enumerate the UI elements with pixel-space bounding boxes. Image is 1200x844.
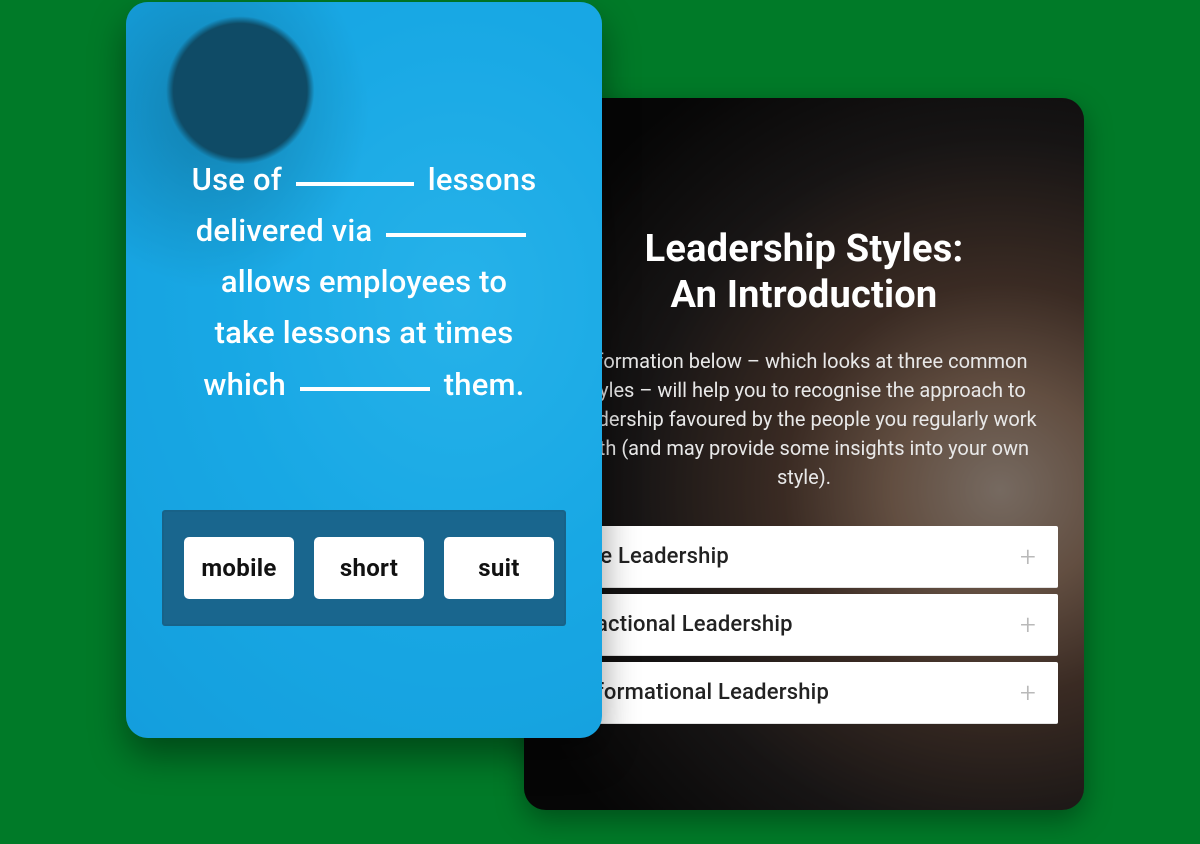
blank-slot-2[interactable]	[386, 233, 526, 237]
prompt-text: lessons	[428, 161, 537, 198]
title-line-2: An Introduction	[671, 273, 938, 317]
option-chip-mobile[interactable]: mobile	[184, 537, 294, 599]
title-line-1: Leadership Styles:	[645, 227, 964, 271]
leadership-card: Leadership Styles: An Introduction infor…	[524, 98, 1084, 810]
prompt-text: Use of	[192, 161, 282, 198]
leadership-accordion: sive Leadership + nsactional Leadership …	[550, 526, 1058, 730]
blank-slot-1[interactable]	[296, 182, 414, 186]
fill-blank-card: Use of lessons delivered via allows empl…	[126, 2, 602, 738]
accordion-item[interactable]: sive Leadership +	[550, 526, 1058, 588]
accordion-label: nsactional Leadership	[572, 612, 793, 637]
leadership-description: information below – which looks at three…	[564, 347, 1044, 492]
prompt-text: which	[203, 366, 286, 403]
prompt-text: them.	[444, 366, 525, 403]
prompt-text: take lessons at times	[215, 314, 514, 351]
plus-icon: +	[1020, 543, 1036, 571]
option-chip-short[interactable]: short	[314, 537, 424, 599]
blank-slot-3[interactable]	[300, 387, 430, 391]
fill-blank-prompt: Use of lessons delivered via allows empl…	[166, 154, 562, 410]
accordion-item[interactable]: nsactional Leadership +	[550, 594, 1058, 656]
leadership-title: Leadership Styles: An Introduction	[558, 226, 1050, 319]
accordion-label: nsformational Leadership	[572, 680, 829, 705]
answer-options: mobile short suit	[162, 510, 566, 626]
plus-icon: +	[1020, 611, 1036, 639]
plus-icon: +	[1020, 679, 1036, 707]
prompt-text: delivered via	[196, 212, 373, 249]
prompt-text: allows employees to	[221, 263, 507, 300]
option-chip-suit[interactable]: suit	[444, 537, 554, 599]
accordion-item[interactable]: nsformational Leadership +	[550, 662, 1058, 724]
